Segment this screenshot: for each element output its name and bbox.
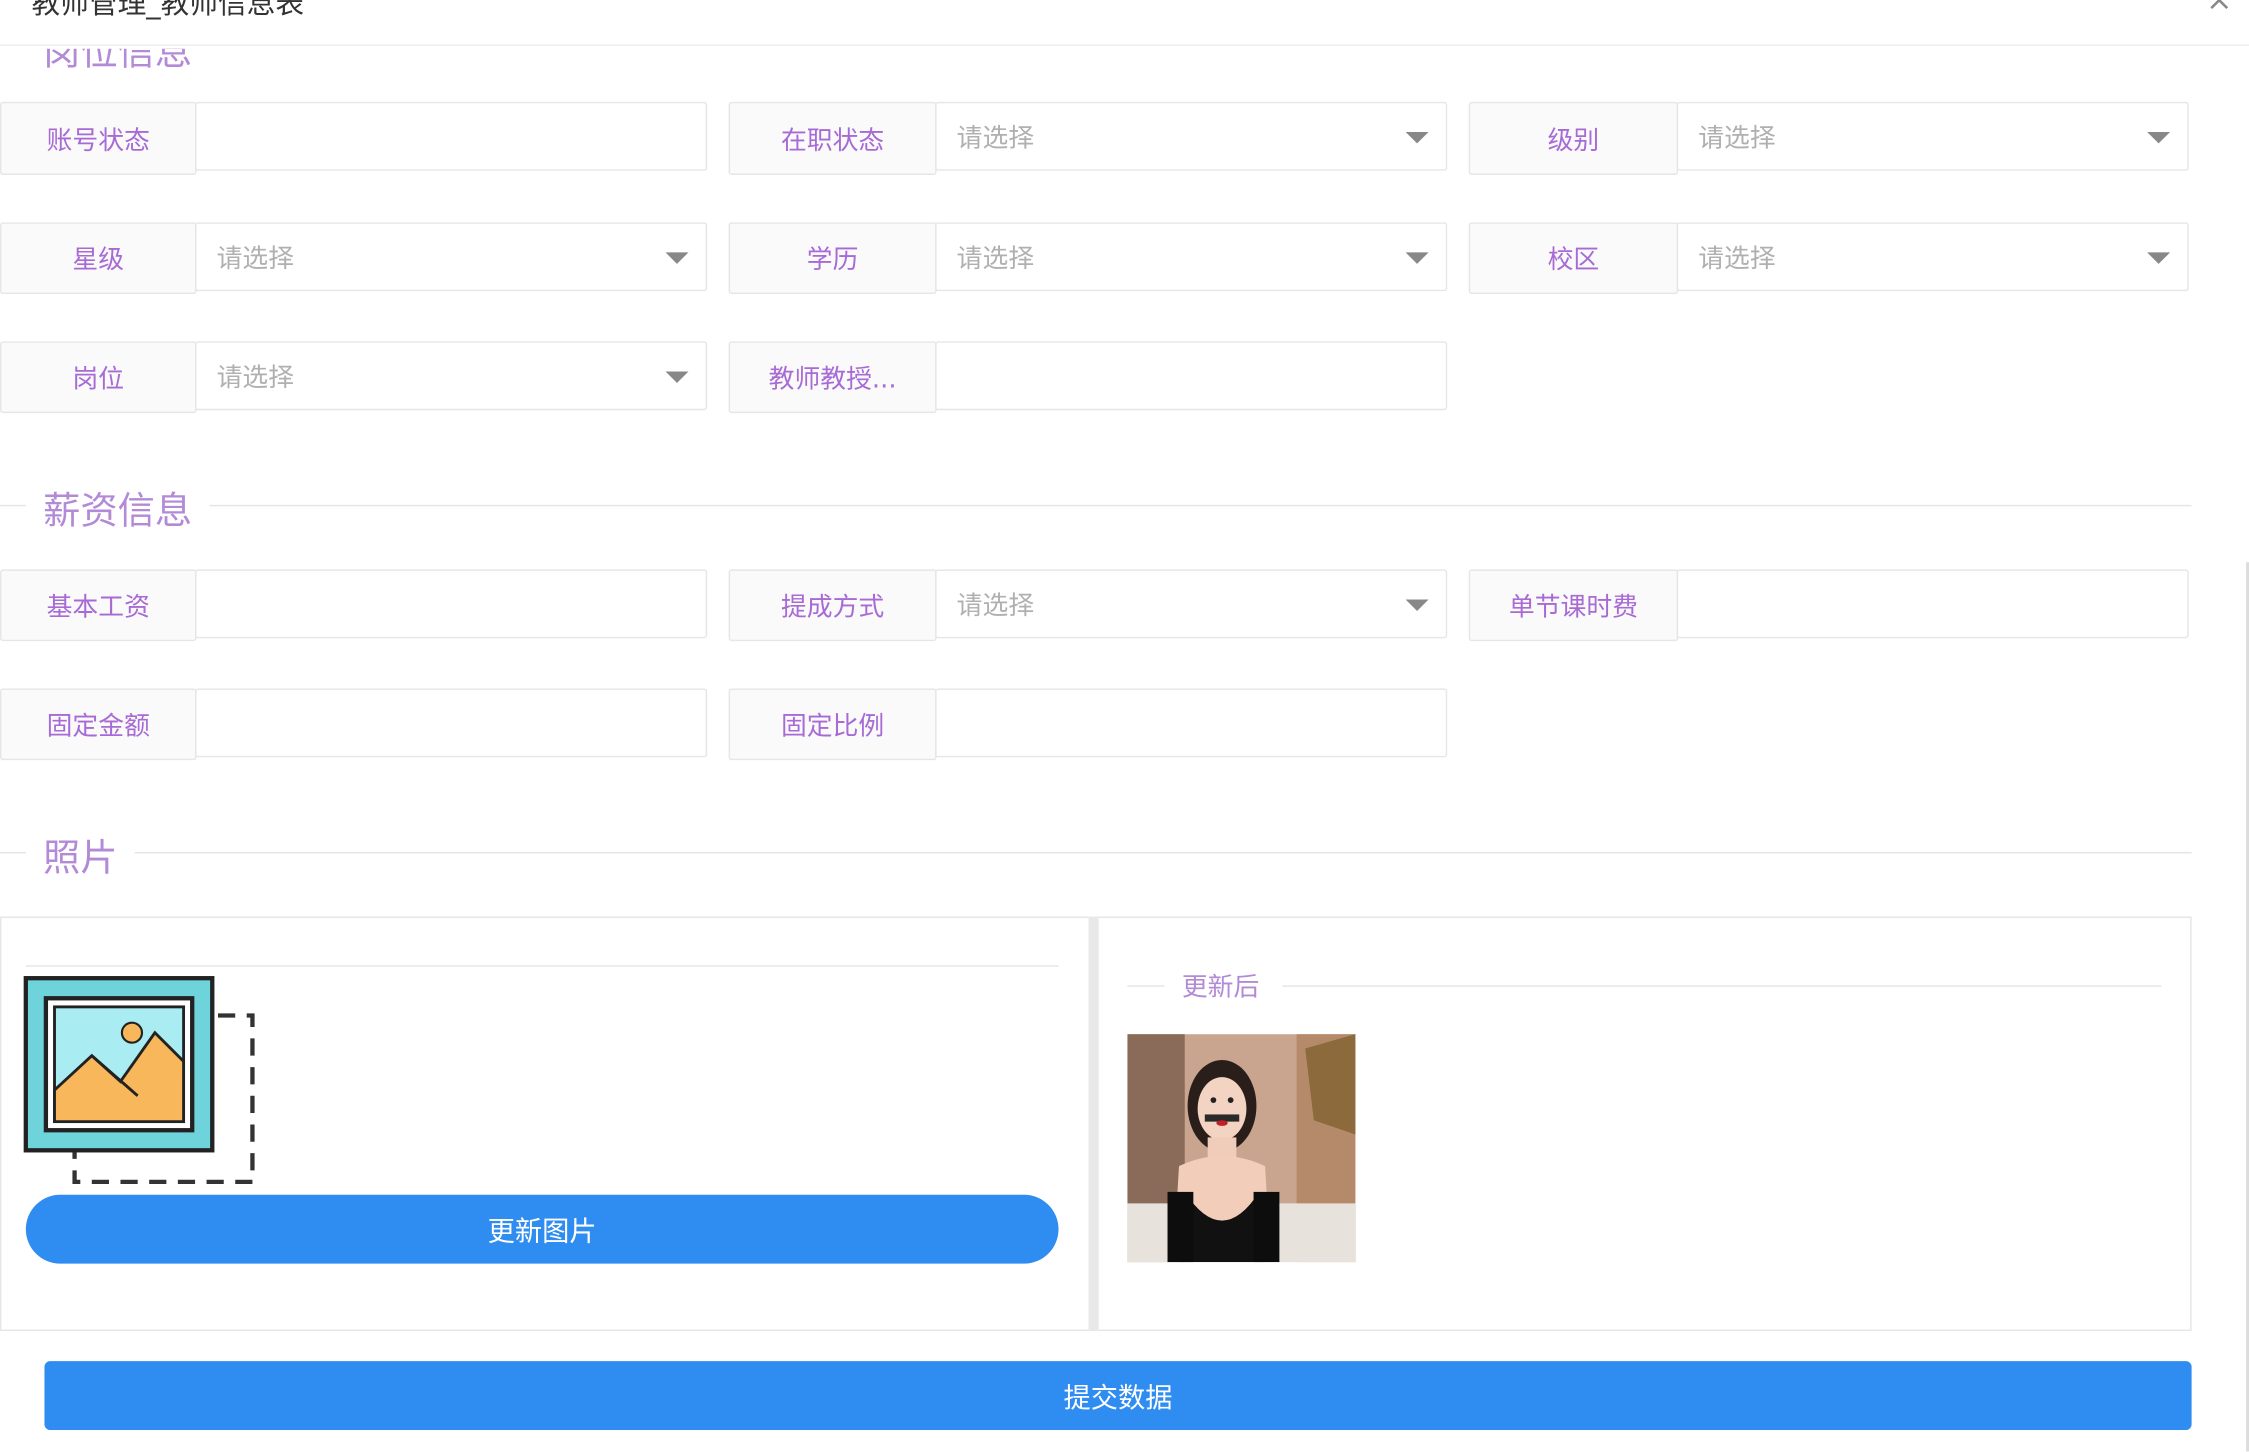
commission-method-select[interactable]: 请选择 <box>935 569 1448 639</box>
label-commission-method: 提成方式 <box>728 569 937 642</box>
image-placeholder-icon[interactable] <box>23 975 258 1187</box>
label-campus: 校区 <box>1468 222 1679 295</box>
star-level-placeholder: 请选择 <box>216 243 295 274</box>
star-level-select[interactable]: 请选择 <box>195 222 708 292</box>
campus-placeholder: 请选择 <box>1698 243 1776 274</box>
fixed-amount-input[interactable] <box>195 688 708 758</box>
chevron-down-icon <box>2147 131 2171 144</box>
label-fixed-amount: 固定金额 <box>0 688 197 761</box>
level-select[interactable]: 请选择 <box>1676 101 2189 171</box>
label-fixed-ratio: 固定比例 <box>728 688 937 761</box>
section-title-position: 岗位信息 <box>25 48 210 77</box>
commission-method-placeholder: 请选择 <box>956 590 1035 622</box>
updated-line-right <box>1282 985 2162 987</box>
section-title-salary: 薪资信息 <box>25 481 210 535</box>
panel-divider-left <box>25 965 1059 967</box>
section-line-photo <box>0 851 2192 854</box>
label-star-level: 星级 <box>0 222 197 295</box>
base-salary-input[interactable] <box>195 569 708 639</box>
dialog-title: 教师管理_教师信息表 <box>31 0 305 21</box>
label-job-status: 在职状态 <box>728 101 937 175</box>
chevron-down-icon <box>665 371 689 383</box>
label-education: 学历 <box>728 222 937 295</box>
post-select[interactable]: 请选择 <box>195 341 708 411</box>
label-teacher-subject: 教师教授... <box>728 341 937 414</box>
label-base-salary: 基本工资 <box>0 569 197 642</box>
campus-select[interactable]: 请选择 <box>1676 222 2189 292</box>
chevron-down-icon <box>665 252 689 264</box>
chevron-down-icon <box>1405 131 1429 144</box>
label-level: 级别 <box>1468 101 1679 175</box>
updated-label: 更新后 <box>1181 972 1260 1003</box>
education-placeholder: 请选择 <box>956 243 1035 274</box>
chevron-down-icon <box>1405 252 1429 264</box>
account-status-input[interactable] <box>195 101 708 171</box>
job-status-select[interactable]: 请选择 <box>935 101 1448 171</box>
chevron-down-icon <box>1405 599 1429 612</box>
close-icon[interactable]: × <box>2206 0 2232 19</box>
job-status-placeholder: 请选择 <box>956 123 1035 154</box>
post-placeholder: 请选择 <box>216 362 295 393</box>
submit-button[interactable]: 提交数据 <box>44 1361 2192 1430</box>
label-lesson-fee: 单节课时费 <box>1468 569 1679 642</box>
level-placeholder: 请选择 <box>1698 123 1776 154</box>
section-title-photo: 照片 <box>25 829 135 883</box>
chevron-down-icon <box>2147 252 2171 264</box>
section-line-salary <box>0 504 2192 507</box>
fixed-ratio-input[interactable] <box>935 688 1448 758</box>
updated-line-left <box>1127 985 1165 987</box>
teacher-photo <box>1127 1034 1356 1263</box>
label-account-status: 账号状态 <box>0 101 197 175</box>
header-divider <box>0 44 2249 46</box>
label-post: 岗位 <box>0 341 197 414</box>
lesson-fee-input[interactable] <box>1676 569 2189 639</box>
teacher-subject-input[interactable] <box>935 341 1448 411</box>
education-select[interactable]: 请选择 <box>935 222 1448 292</box>
update-image-button[interactable]: 更新图片 <box>25 1194 1059 1264</box>
